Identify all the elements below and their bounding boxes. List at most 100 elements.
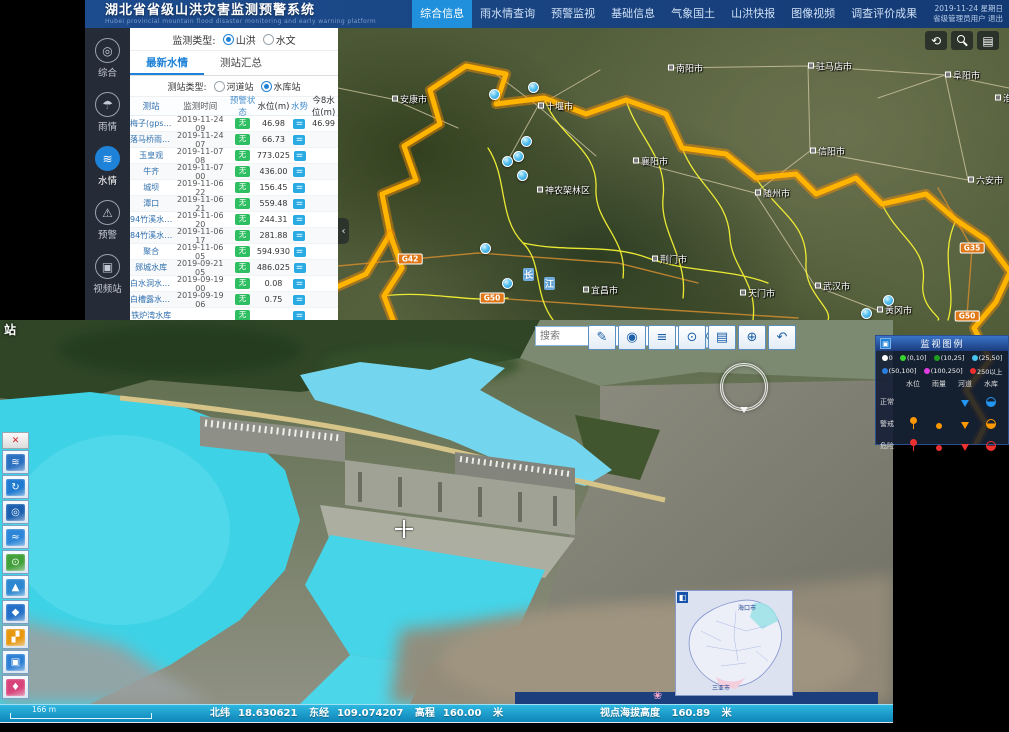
mudslide-button[interactable]: ▞ — [2, 625, 29, 649]
minimap-toggle-icon[interactable]: ◧ — [677, 592, 688, 603]
water-station-marker[interactable] — [521, 136, 532, 147]
water-level: 559.48 — [257, 199, 290, 208]
snapshot-frame-button[interactable]: ▣ — [2, 650, 29, 674]
nav-item-雨水情查询[interactable]: 雨水情查询 — [472, 0, 543, 28]
warn-status: 无 — [228, 118, 257, 128]
alarm-button[interactable]: ♦ — [2, 675, 29, 699]
compass-ring[interactable] — [720, 363, 768, 411]
app-branding: 湖北省省级山洪灾害监测预警系统 Hubei provincial mountai… — [105, 4, 376, 25]
nav-item-图像视频[interactable]: 图像视频 — [783, 0, 843, 28]
legend-column-header: 水位 — [906, 379, 920, 389]
legend-icon[interactable]: ▣ — [880, 338, 891, 349]
3d-scene[interactable]: 站 ✎◉≡⊙▤⊕↶ ✕ ≋↻◎≈⊙▲◆▞▣♦ ❀ ◧ — [0, 320, 893, 704]
radio-option-水库站[interactable]: 水库站 — [261, 80, 301, 93]
water-level: 436.00 — [257, 167, 290, 176]
water-station-marker[interactable] — [883, 295, 894, 306]
globe-icon[interactable]: ⊕ — [738, 325, 766, 350]
rain-layer-button[interactable]: ≋ — [2, 450, 29, 474]
table-row[interactable]: 白水洞水库(2019-09-19 00无0.08= — [130, 276, 338, 292]
water-station-marker[interactable] — [480, 243, 491, 254]
water-data-panel: 监测类型:山洪水文 最新水情测站汇总 测站类型:河道站水库站 测站监测时间预警状… — [130, 28, 338, 320]
user-label[interactable]: 省级管理员用户 退出 — [933, 14, 1003, 24]
table-row[interactable]: 梅子(gps)站2019-11-24 09无46.98=46.99 — [130, 116, 338, 132]
flood-analysis-button[interactable]: ◆ — [2, 600, 29, 624]
trend-badge: = — [294, 263, 306, 273]
camera-icon[interactable]: ◉ — [618, 325, 646, 350]
sidebar-item-预警[interactable]: ⚠预警 — [95, 200, 120, 241]
flower-icon: ❀ — [653, 689, 662, 702]
sidebar-item-水情[interactable]: ≋水情 — [95, 146, 120, 187]
lat-value: 18.630621 — [238, 708, 297, 719]
water-station-marker[interactable] — [513, 151, 524, 162]
station-name: 潭口 — [130, 198, 172, 209]
sidebar-item-视频站[interactable]: ▣视频站 — [93, 254, 122, 295]
legend-titlebar: ▣ 监视图例 — [876, 336, 1008, 351]
table-row[interactable]: 玉皇观2019-11-07 08无773.025= — [130, 148, 338, 164]
panel-collapse-button[interactable]: ‹ — [338, 218, 349, 244]
map-city-label: 宜昌市 — [583, 284, 618, 297]
typhoon-button[interactable]: ◎ — [2, 500, 29, 524]
monitor-camera-button[interactable]: ⊙ — [2, 550, 29, 574]
nav-item-综合信息[interactable]: 综合信息 — [412, 0, 472, 28]
table-row[interactable]: 白槽露水库(2019-09-19 06无0.75= — [130, 292, 338, 308]
table-row[interactable]: 84竹溪水位站2019-11-06 17无281.88= — [130, 228, 338, 244]
water-station-marker[interactable] — [861, 308, 872, 319]
user-info[interactable]: 2019-11-24 星期日 省级管理员用户 退出 — [925, 4, 1009, 24]
station-name: 城坝 — [130, 182, 172, 193]
table-row[interactable]: 郧城水库2019-09-21 05无486.025= — [130, 260, 338, 276]
water-drop-button[interactable]: ▲ — [2, 575, 29, 599]
water-level: 773.025 — [257, 151, 290, 160]
water-surface-button[interactable]: ≈ — [2, 525, 29, 549]
table-row[interactable]: 铁炉湾水库无= — [130, 308, 338, 320]
map-search-button[interactable] — [951, 31, 973, 50]
nav-item-预警监视[interactable]: 预警监视 — [543, 0, 603, 28]
nav-item-基础信息[interactable]: 基础信息 — [603, 0, 663, 28]
toolbar-close-button[interactable]: ✕ — [2, 432, 29, 449]
nav-item-山洪快报[interactable]: 山洪快报 — [723, 0, 783, 28]
minimap[interactable]: ◧ 海口市三亚市 — [675, 590, 793, 696]
nav-item-气象国土[interactable]: 气象国土 — [663, 0, 723, 28]
radio-label: 山洪 — [236, 32, 256, 47]
legend-title: 监视图例 — [895, 337, 990, 350]
trend: = — [290, 199, 309, 209]
chart-snapshot-icon[interactable]: ▤ — [708, 325, 736, 350]
water-station-marker[interactable] — [528, 82, 539, 93]
legend-cell — [961, 436, 969, 455]
radio-option-水文[interactable]: 水文 — [263, 32, 296, 47]
nav-item-调查评价成果[interactable]: 调查评价成果 — [843, 0, 925, 28]
map-city-label: 襄阳市 — [633, 155, 668, 168]
radio-option-山洪[interactable]: 山洪 — [223, 32, 256, 47]
water-station-marker[interactable] — [489, 89, 500, 100]
list-icon[interactable]: ≡ — [648, 325, 676, 350]
legend-cell — [986, 392, 996, 411]
table-row[interactable]: 落马桥雨量站2019-11-24 07无66.73= — [130, 132, 338, 148]
table-row[interactable]: 潭口2019-11-06 21无559.48= — [130, 196, 338, 212]
water-station-marker[interactable] — [502, 278, 513, 289]
table-row[interactable]: 牛齐2019-11-07 00无436.00= — [130, 164, 338, 180]
layers-button[interactable]: ▤ — [977, 31, 999, 50]
sidebar-item-综合[interactable]: ◎综合 — [95, 38, 120, 79]
compass-reset-button[interactable]: ⟲ — [925, 31, 947, 50]
view-alt-unit: 米 — [722, 708, 732, 719]
legend-cell — [961, 392, 969, 411]
table-row[interactable]: 城坝2019-11-06 22无156.45= — [130, 180, 338, 196]
trend-badge: = — [293, 311, 305, 321]
map-city-label: 安康市 — [392, 93, 427, 106]
legend-range: (25,50] — [972, 354, 1003, 362]
triangle-icon — [961, 444, 969, 451]
legend-range-label: (25,50] — [979, 354, 1003, 362]
sidebar-item-label: 视频站 — [93, 281, 122, 295]
sidebar-item-雨情[interactable]: ☂雨情 — [95, 92, 120, 133]
radio-option-河道站[interactable]: 河道站 — [214, 80, 254, 93]
tab-最新水情[interactable]: 最新水情 — [130, 51, 204, 75]
table-row[interactable]: 聚合2019-11-06 05无594.930= — [130, 244, 338, 260]
scene-corner-label: 站 — [4, 321, 16, 338]
table-row[interactable]: 94竹溪水位站2019-11-06 20无244.31= — [130, 212, 338, 228]
eye-icon[interactable]: ⊙ — [678, 325, 706, 350]
tab-测站汇总[interactable]: 测站汇总 — [204, 51, 278, 75]
water-station-marker[interactable] — [502, 156, 513, 167]
plot-edit-icon[interactable]: ✎ — [588, 325, 616, 350]
rotate-view-button[interactable]: ↻ — [2, 475, 29, 499]
undo-icon[interactable]: ↶ — [768, 325, 796, 350]
water-station-marker[interactable] — [517, 170, 528, 181]
